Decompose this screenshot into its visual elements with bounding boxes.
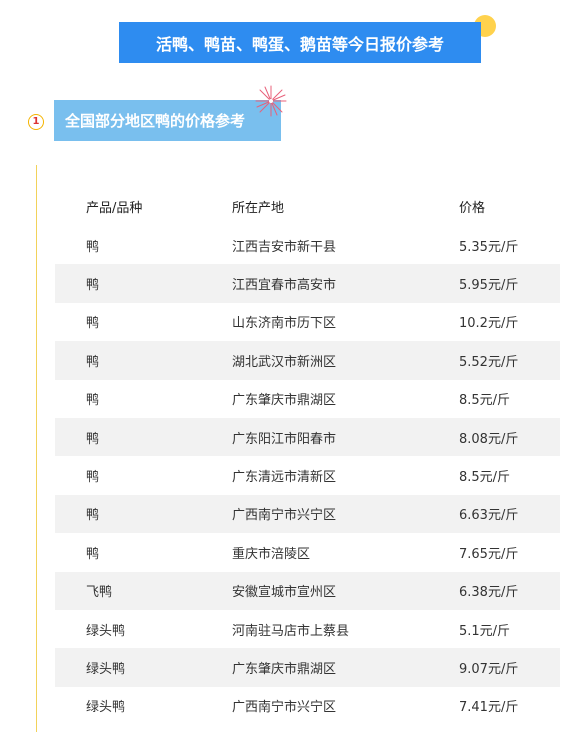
cell-price: 7.65元/斤 — [459, 546, 519, 562]
cell-product: 鸭 — [86, 278, 100, 294]
cell-price: 5.52元/斤 — [459, 354, 519, 370]
cell-origin: 安徽宣城市宣州区 — [232, 585, 337, 601]
table-row: 鸭 广东肇庆市鼎湖区 8.5元/斤 — [55, 380, 560, 418]
table-row: 绿头鸭 河南驻马店市上蔡县 5.1元/斤 — [55, 610, 560, 648]
cell-origin: 广东肇庆市鼎湖区 — [232, 661, 337, 677]
table-header-row: 产品/品种 所在产地 价格 — [55, 186, 560, 226]
table-row: 绿头鸭 广西南宁市兴宁区 7.41元/斤 — [55, 687, 560, 725]
table-row: 飞鸭 安徽宣城市宣州区 6.38元/斤 — [55, 571, 560, 610]
header-price: 价格 — [459, 200, 486, 216]
cell-product: 鸭 — [86, 470, 100, 486]
cell-product: 鸭 — [86, 431, 100, 447]
header-origin: 所在产地 — [232, 200, 285, 216]
cell-price: 8.5元/斤 — [459, 470, 511, 486]
cell-product: 鸭 — [86, 316, 100, 332]
cell-price: 10.2元/斤 — [459, 316, 519, 332]
cell-price: 7.41元/斤 — [459, 700, 519, 716]
cell-price: 5.1元/斤 — [459, 623, 511, 639]
cell-origin: 广东清远市清新区 — [232, 470, 337, 486]
cell-product: 鸭 — [86, 393, 100, 409]
firework-icon — [255, 85, 287, 117]
table-row: 鸭 山东济南市历下区 10.2元/斤 — [55, 303, 560, 341]
section-number-badge: 1 — [28, 114, 44, 130]
cell-product: 绿头鸭 — [86, 700, 126, 716]
cell-price: 8.08元/斤 — [459, 431, 519, 447]
cell-origin: 江西宜春市高安市 — [232, 278, 337, 294]
table-row: 鸭 湖北武汉市新洲区 5.52元/斤 — [55, 341, 560, 380]
section-heading: 全国部分地区鸭的价格参考 — [54, 100, 281, 141]
price-table: 产品/品种 所在产地 价格 鸭江西吉安市新干县 5.35元/斤鸭江西宜春市高安市 5… — [55, 186, 560, 725]
cell-product: 绿头鸭 — [86, 661, 126, 677]
cell-origin: 广西南宁市兴宁区 — [232, 508, 337, 524]
cell-origin: 广东阳江市阳春市 — [232, 431, 337, 447]
table-row: 鸭 江西宜春市高安市 5.95元/斤 — [55, 264, 560, 303]
table-row: 绿头鸭 广东肇庆市鼎湖区 9.07元/斤 — [55, 648, 560, 687]
cell-origin: 河南驻马店市上蔡县 — [232, 623, 350, 639]
cell-origin: 广东肇庆市鼎湖区 — [232, 393, 337, 409]
cell-origin: 重庆市涪陵区 — [232, 546, 311, 562]
cell-product: 绿头鸭 — [86, 623, 126, 639]
cell-origin: 湖北武汉市新洲区 — [232, 354, 337, 370]
cell-price: 8.5元/斤 — [459, 393, 511, 409]
cell-origin: 江西吉安市新干县 — [232, 239, 337, 255]
table-row: 鸭 广西南宁市兴宁区 6.63元/斤 — [55, 494, 560, 534]
table-row: 鸭 重庆市涪陵区 7.65元/斤 — [55, 533, 560, 571]
cell-origin: 广西南宁市兴宁区 — [232, 700, 337, 716]
cell-price: 6.38元/斤 — [459, 585, 519, 601]
table-row: 鸭 广东清远市清新区 8.5元/斤 — [55, 456, 560, 494]
cell-price: 5.35元/斤 — [459, 239, 519, 255]
cell-product: 鸭 — [86, 239, 100, 255]
cell-price: 6.63元/斤 — [459, 508, 519, 524]
page-title: 活鸭、鸭苗、鸭蛋、鹅苗等今日报价参考 — [119, 22, 481, 63]
cell-origin: 山东济南市历下区 — [232, 316, 337, 332]
header-product: 产品/品种 — [86, 200, 143, 216]
section-divider-line — [36, 165, 37, 732]
cell-price: 5.95元/斤 — [459, 278, 519, 294]
table-row: 鸭 江西吉安市新干县 5.35元/斤 — [55, 226, 560, 264]
cell-product: 鸭 — [86, 354, 100, 370]
cell-product: 飞鸭 — [86, 585, 113, 601]
table-row: 鸭 广东阳江市阳春市 8.08元/斤 — [55, 417, 560, 457]
cell-product: 鸭 — [86, 546, 100, 562]
cell-product: 鸭 — [86, 508, 100, 524]
cell-price: 9.07元/斤 — [459, 661, 519, 677]
